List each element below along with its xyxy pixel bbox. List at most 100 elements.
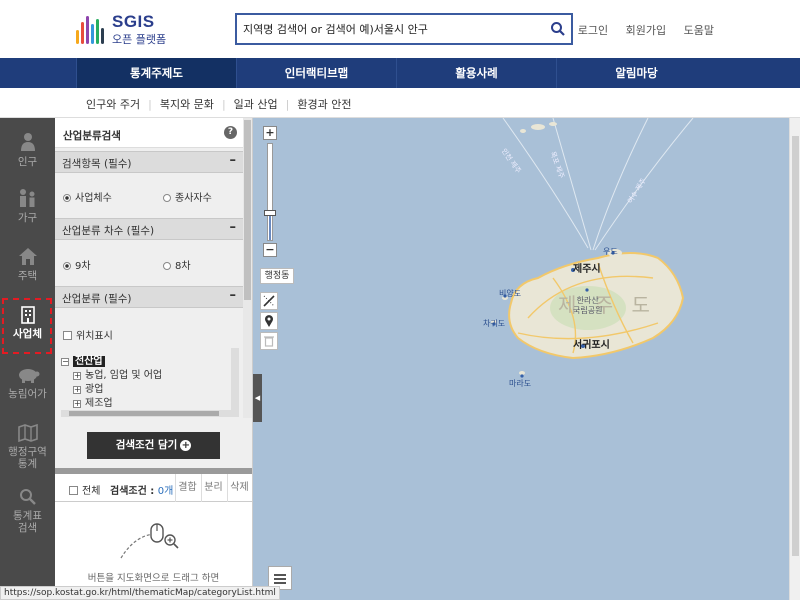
map-tools [260, 292, 278, 352]
tree-node-agriculture[interactable]: + 농업, 임업 및 어업 [73, 366, 162, 381]
label-seogwipo: 서귀포시 [573, 340, 610, 351]
main-navigation: 통계주제도 인터랙티브맵 활용사례 알림마당 [0, 58, 800, 88]
search-box [235, 13, 573, 45]
submenu-welfare-culture[interactable]: 복지와 문화 [160, 98, 214, 111]
zoom-slider-knob[interactable] [264, 210, 276, 216]
industry-tree: − 전산업 + 농업, 임업 및 어업 + 광업 + 제조업 [61, 348, 237, 410]
select-all-checkbox[interactable]: 전체 [69, 482, 100, 497]
industry-level-options: 9차 8차 [55, 254, 243, 274]
zoom-out-button[interactable]: − [263, 243, 277, 257]
nav-stats-table-search[interactable]: 통계표 검색 [0, 478, 55, 548]
panel-collapse-toggle[interactable]: ◀ [253, 374, 262, 422]
separator: | [148, 98, 152, 111]
nav-admin-stats[interactable]: 행정구역 통계 [0, 414, 55, 484]
submenu-population-housing[interactable]: 인구와 주거 [86, 98, 140, 111]
magnifier-icon [551, 22, 565, 36]
section-industry-level[interactable]: 산업분류 차수 (필수) – [55, 218, 243, 240]
nav-farming[interactable]: 농림어가 [0, 356, 55, 416]
drag-hint-text: 버튼을 지도화면으로 드래그 하면 [87, 573, 220, 584]
ruler-icon [263, 295, 275, 307]
collapse-icon[interactable]: – [230, 288, 237, 303]
tree-node-mining[interactable]: + 광업 [73, 380, 103, 395]
nav-business[interactable]: 사업체 [0, 296, 55, 356]
submenu-work-industry[interactable]: 일과 산업 [234, 98, 278, 111]
sgis-logo[interactable]: SGIS 오픈 플랫폼 [76, 12, 186, 46]
condition-count: 검색조건 : 0개 [110, 486, 174, 497]
location-pin-button[interactable] [260, 312, 278, 330]
logo-bars-icon [76, 14, 108, 44]
help-icon[interactable]: ? [224, 126, 237, 139]
delete-button[interactable]: 삭제 [227, 474, 251, 502]
label-biyangdo: 비양도 [499, 289, 522, 298]
header: SGIS 오픈 플랫폼 로그인 회원가입 도움말 [0, 0, 800, 58]
map-canvas[interactable]: 제 주 도 제주시 서귀포시 한라산 국립공원 비양도 차귀도 마라도 우도 인… [253, 118, 800, 600]
radio-9th[interactable]: 9차 [63, 257, 91, 272]
pin-icon [265, 315, 273, 327]
measure-tool-button[interactable] [260, 292, 278, 310]
page-scrollbar[interactable] [789, 118, 800, 600]
panel-title: 산업분류검색 [63, 130, 121, 142]
label-marado: 마라도 [509, 379, 532, 388]
location-check-row: 위치표시 [55, 324, 243, 344]
gnb-tab-interactive-map[interactable]: 인터랙티브맵 [236, 58, 396, 88]
gnb-tab-use-cases[interactable]: 활용사례 [396, 58, 556, 88]
nav-household[interactable]: 가구 [0, 178, 55, 238]
signup-link[interactable]: 회원가입 [626, 24, 666, 37]
collapse-icon[interactable]: – [230, 153, 237, 168]
separator: | [285, 98, 290, 111]
separate-button[interactable]: 분리 [201, 474, 225, 502]
collapse-icon[interactable]: – [230, 220, 237, 235]
panel-header: 산업분류검색 ? [55, 118, 243, 148]
login-link[interactable]: 로그인 [578, 24, 608, 37]
sub-menu: 인구와 주거 | 복지와 문화 | 일과 산업 | 환경과 안전 [0, 88, 800, 118]
search-icon [19, 489, 36, 505]
top-links: 로그인 회원가입 도움말 [578, 22, 714, 38]
plus-icon: + [180, 440, 192, 451]
nav-population[interactable]: 인구 [0, 122, 55, 182]
section-industry[interactable]: 산업분류 (필수) – [55, 286, 243, 308]
nav-housing[interactable]: 주택 [0, 236, 55, 296]
logo-brand: SGIS [112, 12, 155, 31]
industry-search-panel: 산업분류검색 ? 검색항목 (필수) – 사업체수 종사자수 산업분류 차수 (… [55, 118, 253, 600]
map-icon [17, 424, 38, 442]
admin-boundary-button[interactable]: 행정동 [260, 268, 294, 284]
person-icon [20, 133, 35, 151]
tree-horizontal-scrollbar[interactable] [61, 410, 239, 417]
jeju-map [491, 118, 694, 378]
zoom-control: + − [263, 126, 277, 261]
panel-scrollbar[interactable] [243, 118, 252, 418]
status-bar-url: https://sop.kostat.go.kr/html/thematicMa… [0, 586, 280, 600]
label-hallasan: 한라산 국립공원 [573, 296, 603, 315]
tree-node-manufacturing[interactable]: + 제조업 [73, 394, 113, 409]
logo-subtitle: 오픈 플랫폼 [112, 33, 167, 46]
family-icon [19, 189, 34, 207]
delete-tool-button[interactable] [260, 332, 278, 350]
zoom-slider[interactable] [264, 143, 276, 241]
left-category-nav: 인구 가구 주택 사업체 농림어가 행정구역 통계 통계표 검색 [0, 118, 55, 600]
radio-8th[interactable]: 8차 [163, 257, 191, 272]
combine-button[interactable]: 결합 [175, 474, 199, 502]
search-input[interactable] [243, 20, 543, 38]
drag-mouse-icon [120, 523, 179, 559]
location-checkbox[interactable]: 위치표시 [63, 327, 113, 342]
radio-business-count[interactable]: 사업체수 [63, 189, 112, 204]
label-chagwido: 차귀도 [483, 319, 506, 328]
separator: | [221, 98, 226, 111]
search-button[interactable] [549, 20, 567, 38]
zoom-in-button[interactable]: + [263, 126, 277, 140]
pig-icon [18, 369, 39, 383]
search-item-options: 사업체수 종사자수 [55, 186, 243, 206]
section-search-item[interactable]: 검색항목 (필수) – [55, 151, 243, 173]
tree-node-all[interactable]: − 전산업 [61, 352, 105, 367]
add-search-condition-button[interactable]: 검색조건 담기 + [87, 432, 220, 459]
label-jeju-city: 제주시 [573, 264, 601, 275]
help-link[interactable]: 도움말 [684, 24, 714, 37]
gnb-tab-notice[interactable]: 알림마당 [556, 58, 716, 88]
radio-employee-count[interactable]: 종사자수 [163, 189, 212, 204]
gnb-tab-thematic-map[interactable]: 통계주제도 [76, 58, 236, 88]
tree-vertical-scrollbar[interactable] [231, 348, 239, 410]
condition-bar: 전체 검색조건 : 0개 결합 분리 삭제 [55, 474, 252, 502]
submenu-environment-safety[interactable]: 환경과 안전 [297, 98, 351, 111]
label-udo: 우도 [603, 247, 618, 256]
active-highlight [2, 298, 52, 354]
